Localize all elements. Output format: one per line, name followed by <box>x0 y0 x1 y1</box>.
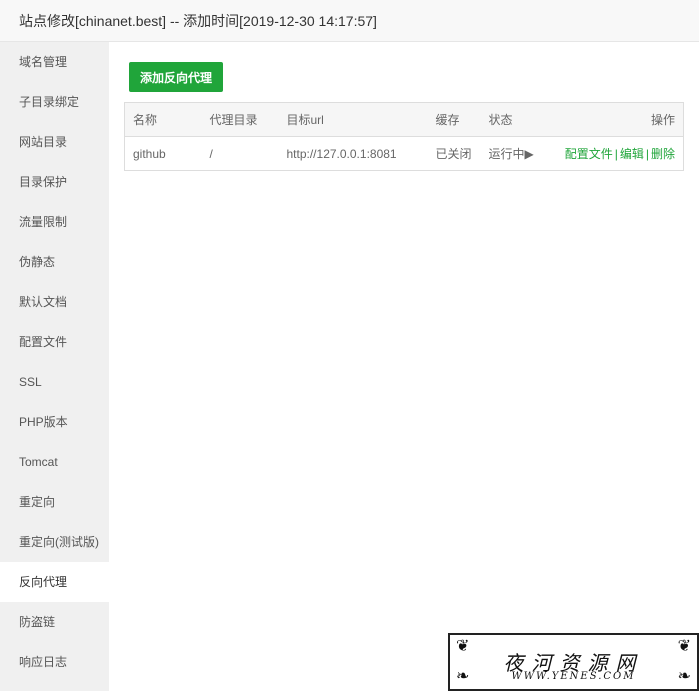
edit-link[interactable]: 编辑 <box>620 147 644 161</box>
cache-toggle[interactable]: 已关闭 <box>428 137 481 171</box>
proxy-target-url: http://127.0.0.1:8081 <box>286 146 397 161</box>
col-status-header: 状态 <box>488 113 513 127</box>
sidebar-item-reverse-proxy[interactable]: 反向代理 <box>0 562 109 602</box>
action-separator: | <box>645 147 649 161</box>
delete-link[interactable]: 删除 <box>651 147 675 161</box>
sidebar-item-response-log[interactable]: 响应日志 <box>0 642 109 682</box>
proxy-table: 名称 代理目录 目标url 缓存 状态 操作 github / http://1… <box>124 102 684 171</box>
window-title: 站点修改[chinanet.best] -- 添加时间[2019-12-30 1… <box>0 0 699 42</box>
watermark-logo: ❦ ❦ ❧ ❧ 夜河资源网 WWW.YENES.COM <box>448 633 699 691</box>
sidebar-item-hotlink[interactable]: 防盗链 <box>0 602 109 642</box>
sidebar-item-default-doc[interactable]: 默认文档 <box>0 282 109 322</box>
col-cache-header: 缓存 <box>435 113 460 127</box>
status-toggle[interactable]: 运行中▶ <box>481 137 550 171</box>
main-panel: 添加反向代理 名称 代理目录 目标url 缓存 状态 操作 github / h… <box>109 42 699 691</box>
sidebar-item-rewrite[interactable]: 伪静态 <box>0 242 109 282</box>
sidebar-item-traffic-limit[interactable]: 流量限制 <box>0 202 109 242</box>
watermark-en: WWW.YENES.COM <box>511 671 636 682</box>
sidebar-item-config-file[interactable]: 配置文件 <box>0 322 109 362</box>
sidebar-item-domain[interactable]: 域名管理 <box>0 42 109 82</box>
proxy-name: github <box>133 146 166 161</box>
sidebar-item-site-dir[interactable]: 网站目录 <box>0 122 109 162</box>
sidebar-item-tomcat[interactable]: Tomcat <box>0 442 109 482</box>
sidebar-item-php-version[interactable]: PHP版本 <box>0 402 109 442</box>
sidebar-item-ssl[interactable]: SSL <box>0 362 109 402</box>
sidebar-item-dir-protect[interactable]: 目录保护 <box>0 162 109 202</box>
config-file-link[interactable]: 配置文件 <box>565 147 613 161</box>
sidebar-item-redirect-beta[interactable]: 重定向(测试版) <box>0 522 109 562</box>
col-dir-header: 代理目录 <box>209 113 258 127</box>
action-separator: | <box>614 147 618 161</box>
col-ops-header: 操作 <box>650 113 675 127</box>
row-actions: 配置文件 | 编辑 | 删除 <box>550 137 684 171</box>
sidebar-item-subdir-binding[interactable]: 子目录绑定 <box>0 82 109 122</box>
sidebar-item-redirect[interactable]: 重定向 <box>0 482 109 522</box>
add-reverse-proxy-button[interactable]: 添加反向代理 <box>129 62 223 92</box>
table-row: github / http://127.0.0.1:8081 已关闭 运行中▶ … <box>125 137 684 171</box>
proxy-dir: / <box>209 146 213 161</box>
table-header-row: 名称 代理目录 目标url 缓存 状态 操作 <box>124 102 684 137</box>
sidebar: 域名管理 子目录绑定 网站目录 目录保护 流量限制 伪静态 默认文档 配置文件 … <box>0 42 109 691</box>
col-name-header: 名称 <box>133 113 158 127</box>
col-url-header: 目标url <box>286 113 324 127</box>
